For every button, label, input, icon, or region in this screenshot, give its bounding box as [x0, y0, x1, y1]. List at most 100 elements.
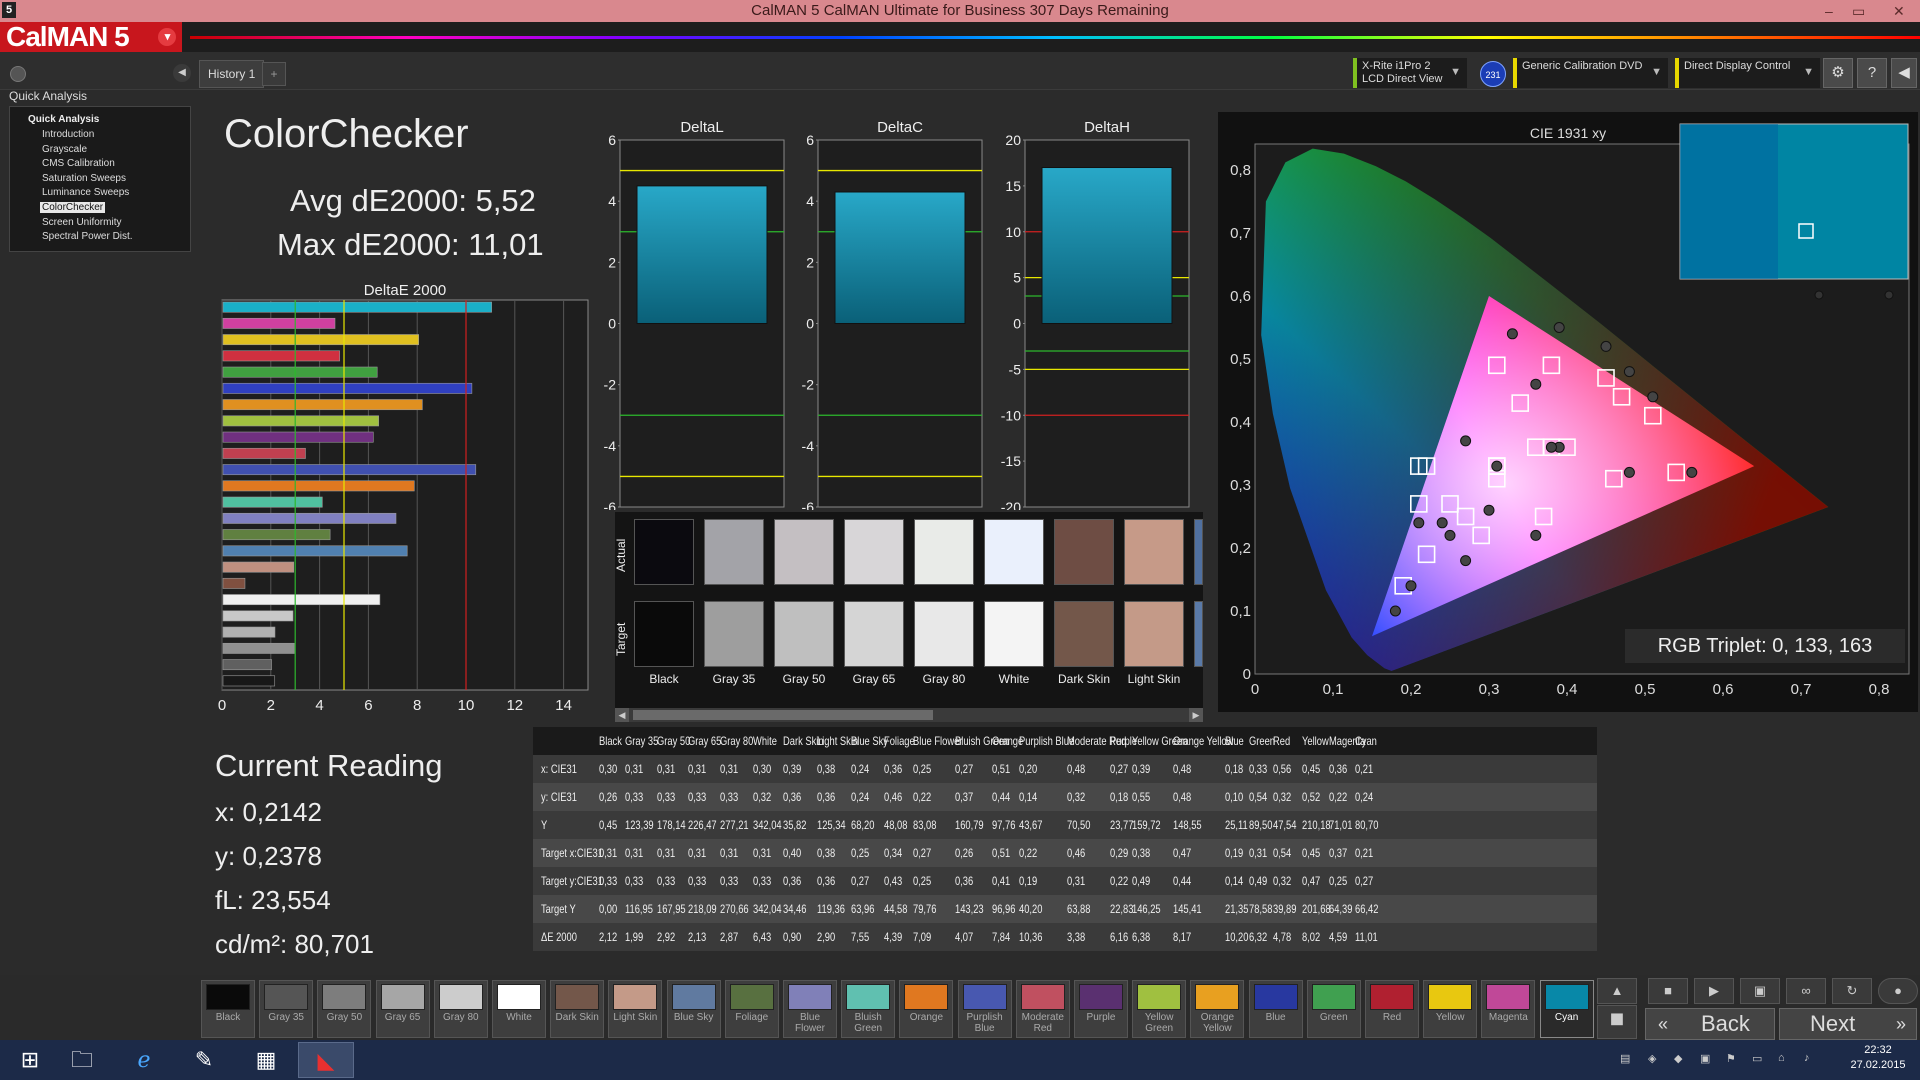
bottom-swatch[interactable]: Gray 65 [375, 980, 430, 1038]
bottom-swatch[interactable]: Orange Yellow [1190, 980, 1245, 1038]
scroll-right-icon[interactable]: ▶ [1189, 708, 1203, 722]
bottom-swatch[interactable]: Blue [1248, 980, 1303, 1038]
table-cell: 0,33 [657, 874, 676, 888]
sidebar-item[interactable]: Grayscale [42, 144, 87, 155]
table-cell: 0,33 [657, 790, 676, 804]
bottom-swatch[interactable]: Black [201, 980, 255, 1038]
table-row: Target Y 0,00 116,95 167,95 218,09 270,66 342,… [533, 895, 1597, 923]
bottom-swatch-color [1195, 984, 1240, 1010]
sidebar-collapse-icon[interactable]: ◀ [173, 64, 191, 82]
tray-nvidia-icon[interactable]: ◈ [1648, 1052, 1656, 1065]
scroll-left-icon[interactable]: ◀ [615, 708, 629, 722]
sidebar-item[interactable]: Spectral Power Dist. [42, 231, 133, 242]
scroll-thumb[interactable] [633, 710, 933, 720]
tab-history-1[interactable]: History 1 [199, 60, 265, 88]
settings-gear-icon[interactable]: ⚙ [1823, 58, 1853, 88]
calman-logo[interactable]: CalMAN 5 ▾ [0, 22, 182, 52]
bottom-swatch[interactable]: Gray 35 [259, 980, 314, 1038]
cie-xtick: 0,3 [1479, 681, 1500, 698]
bottom-swatch[interactable]: Light Skin [608, 980, 663, 1038]
tray-network-status-icon[interactable]: ⌂ [1778, 1052, 1785, 1064]
table-cell: 4,78 [1273, 930, 1292, 944]
bottom-swatch-color [497, 984, 541, 1010]
bottom-swatch[interactable]: Red [1365, 980, 1419, 1038]
bottom-swatch[interactable]: Purplish Blue [957, 980, 1012, 1038]
bottom-swatch[interactable]: Moderate Red [1015, 980, 1070, 1038]
sensor-badge[interactable]: 231 [1480, 61, 1506, 87]
sidebar-item[interactable]: CMS Calibration [42, 158, 115, 169]
sidebar-item[interactable]: Saturation Sweeps [42, 173, 126, 184]
bottom-swatch[interactable]: Dark Skin [550, 980, 605, 1038]
back-button[interactable]: « Back [1645, 1008, 1775, 1040]
record-icon[interactable]: ● [1878, 978, 1918, 1004]
stop-square-icon[interactable]: ◼ [1597, 1005, 1637, 1039]
tray-app-icon[interactable]: ◆ [1674, 1052, 1682, 1065]
stop-icon[interactable]: ■ [1648, 978, 1688, 1004]
logo-menu-icon[interactable]: ▾ [158, 28, 176, 46]
sidebar-toggle-icon[interactable] [10, 66, 26, 82]
step-up-icon[interactable]: ▲ [1597, 978, 1637, 1004]
close-button[interactable]: ✕ [1893, 0, 1905, 22]
dchart-tick: 0 [608, 316, 616, 332]
bottom-swatch[interactable]: Purple [1074, 980, 1128, 1038]
source-selector[interactable]: Generic Calibration DVD ▼ [1513, 58, 1668, 88]
sidebar-item[interactable]: ColorChecker [40, 202, 106, 213]
bottom-swatch[interactable]: Orange [899, 980, 954, 1038]
tray-monitor-icon[interactable]: ▭ [1752, 1052, 1762, 1065]
column-header: Red [1273, 734, 1291, 748]
refresh-icon[interactable]: ↻ [1832, 978, 1872, 1004]
sidebar-item[interactable]: Screen Uniformity [42, 217, 121, 228]
swatch-actual [774, 519, 834, 585]
minimize-button[interactable]: – [1825, 0, 1833, 22]
tray-network-icon[interactable]: ▤ [1620, 1052, 1630, 1065]
row-label: Y [541, 818, 548, 832]
meter-selector[interactable]: X-Rite i1Pro 2 LCD Direct View ▼ [1353, 58, 1467, 88]
dchart-tick: -4 [604, 438, 617, 454]
display-selector[interactable]: Direct Display Control ▼ [1675, 58, 1820, 88]
sidebar-item[interactable]: Luminance Sweeps [42, 187, 129, 198]
bottom-swatch[interactable]: Cyan [1539, 980, 1594, 1038]
bottom-swatch-label: Gray 35 [268, 1012, 304, 1023]
table-cell: 0,31 [688, 762, 707, 776]
calman-taskbar-icon[interactable]: ◣ [298, 1042, 354, 1078]
bottom-swatch[interactable]: Blue Flower [783, 980, 837, 1038]
next-button[interactable]: Next » [1779, 1008, 1917, 1040]
sidebar-item[interactable]: Introduction [42, 129, 94, 140]
bottom-swatch[interactable]: White [492, 980, 546, 1038]
media-app-icon[interactable]: ▦ [238, 1042, 294, 1078]
bottom-swatch-color [206, 984, 250, 1010]
file-explorer-icon[interactable]: 🗀 [54, 1042, 110, 1078]
save-icon[interactable]: ▣ [1740, 978, 1780, 1004]
play-icon[interactable]: ▶ [1694, 978, 1734, 1004]
bottom-swatch[interactable]: Yellow Green [1132, 980, 1187, 1038]
de-bar [222, 594, 381, 606]
bottom-swatch[interactable]: Gray 80 [433, 980, 488, 1038]
bottom-swatch[interactable]: Bluish Green [841, 980, 896, 1038]
bottom-swatch[interactable]: Yellow [1423, 980, 1478, 1038]
bottom-swatch[interactable]: Magenta [1481, 980, 1536, 1038]
add-tab-button[interactable]: + [262, 62, 286, 86]
bottom-swatch[interactable]: Foliage [724, 980, 779, 1038]
loop-icon[interactable]: ∞ [1786, 978, 1826, 1004]
dchart-tick: -10 [1001, 407, 1021, 423]
utility-app-icon[interactable]: ✎ [176, 1042, 232, 1078]
bottom-swatch-color [671, 984, 716, 1010]
bottom-swatch[interactable]: Gray 50 [317, 980, 372, 1038]
tray-display-icon[interactable]: ▣ [1700, 1052, 1710, 1065]
panel-collapse-icon[interactable]: ◀ [1891, 58, 1917, 88]
bottom-swatch-label: Gray 80 [443, 1012, 479, 1023]
help-icon[interactable]: ? [1857, 58, 1887, 88]
start-windows-icon[interactable]: ⊞ [2, 1042, 58, 1078]
swatch-scrollbar[interactable]: ◀ ▶ [615, 708, 1203, 722]
tray-volume-icon[interactable]: ♪ [1804, 1052, 1810, 1064]
bottom-swatch[interactable]: Green [1306, 980, 1361, 1038]
bottom-swatch-color [904, 984, 949, 1010]
maximize-button[interactable]: ▭ [1852, 0, 1865, 22]
table-cell: 0,36 [1329, 762, 1348, 776]
sidebar-tree-head[interactable]: Quick Analysis [28, 114, 99, 125]
bottom-swatch[interactable]: Blue Sky [666, 980, 721, 1038]
internet-explorer-icon[interactable]: ℯ [116, 1042, 172, 1078]
taskbar-clock[interactable]: 22:32 27.02.2015 [1840, 1043, 1916, 1073]
tray-flag-icon[interactable]: ⚑ [1726, 1052, 1736, 1065]
de-bar [222, 480, 415, 492]
